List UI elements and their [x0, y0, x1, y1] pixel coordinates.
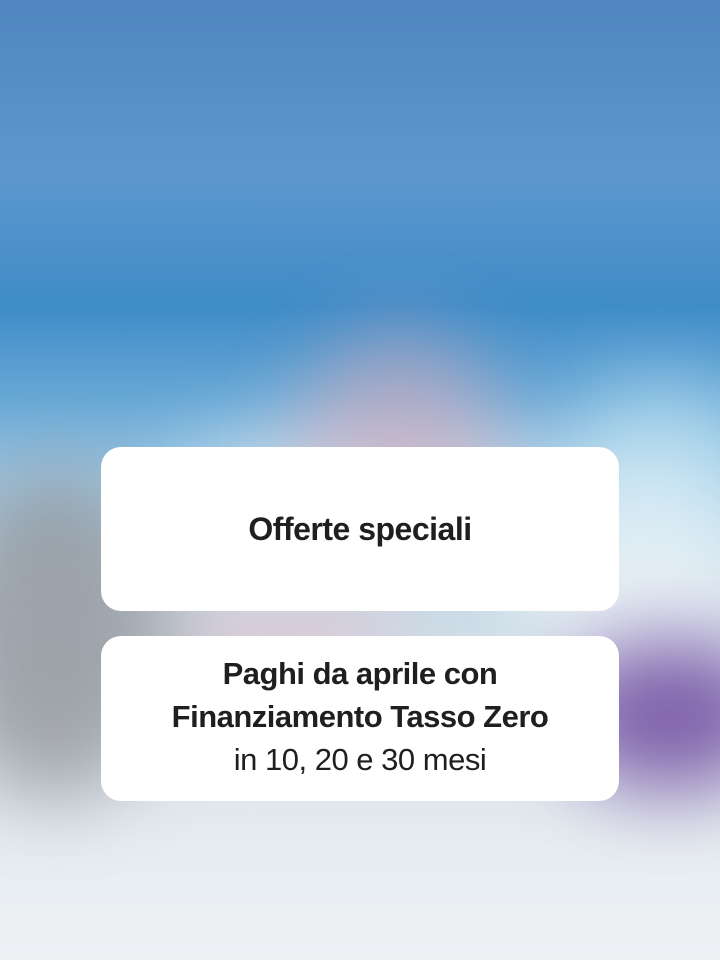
financing-offer-card[interactable]: Paghi da aprile con Finanziamento Tasso …: [101, 636, 619, 801]
offer-line-3: in 10, 20 e 30 mesi: [233, 742, 487, 777]
offer-line-2: Finanziamento Tasso Zero: [171, 699, 549, 734]
special-offers-title: Offerte speciali: [248, 510, 472, 547]
special-offers-card[interactable]: Offerte speciali: [101, 447, 619, 611]
offer-line-1: Paghi da aprile con: [222, 656, 498, 691]
